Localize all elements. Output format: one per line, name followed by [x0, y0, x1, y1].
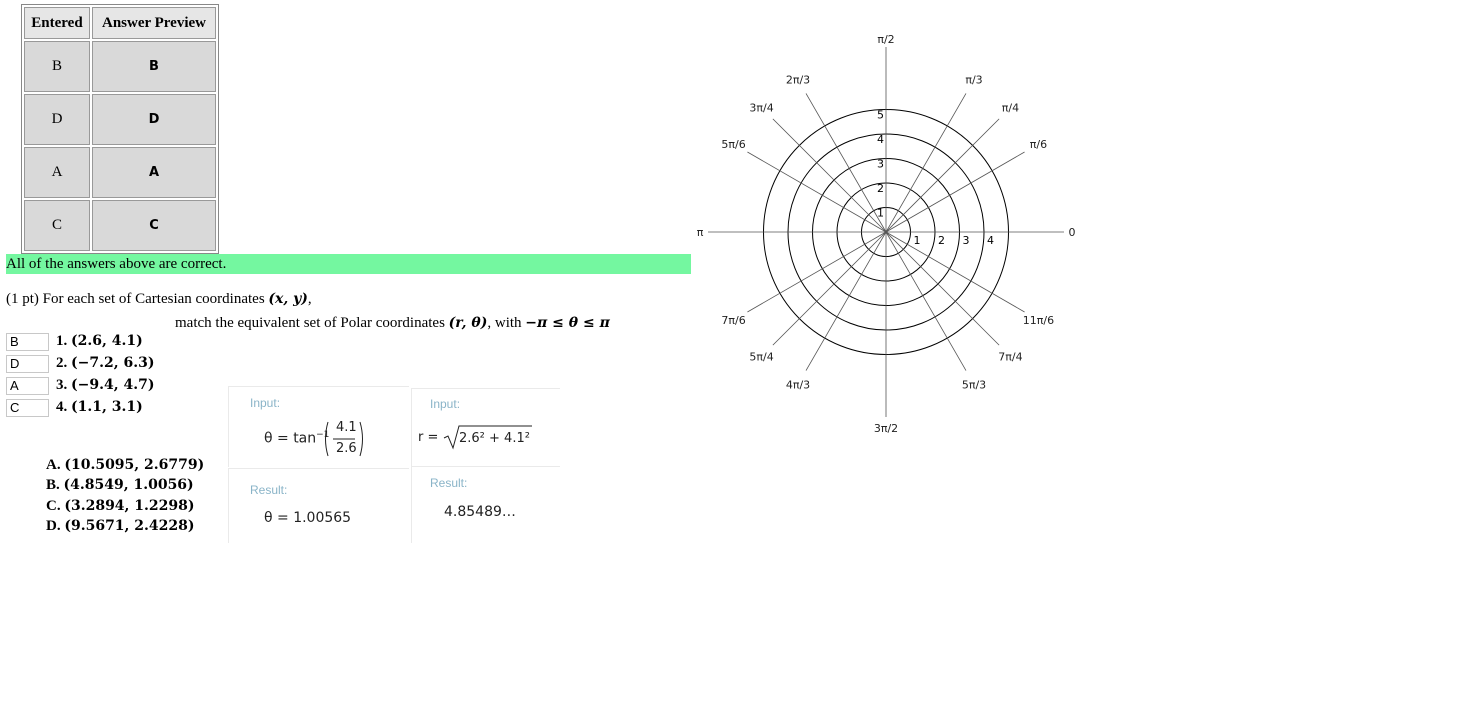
question-line-2: match the equivalent set of Polar coordi… [175, 315, 610, 332]
angle-label: π/3 [965, 74, 982, 87]
preview-cell: D [92, 94, 216, 145]
question-suffix: , [307, 291, 312, 307]
option-a: A. (10.5095, 2.6779) [46, 457, 205, 473]
ring-label-horizontal: 1 [914, 234, 921, 247]
polar-spoke [805, 231, 887, 371]
table-row: D D [24, 94, 216, 145]
angle-label: π/2 [877, 33, 894, 46]
math-polar: (r, θ) [448, 315, 488, 331]
angle-label: 2π/3 [786, 74, 810, 87]
item-4: 4. (1.1, 3.1) [56, 399, 143, 415]
polar-spoke [885, 93, 967, 233]
entered-cell: A [24, 147, 90, 198]
preview-cell: A [92, 147, 216, 198]
angle-label: 5π/3 [962, 378, 986, 391]
input-label-theta: Input: [250, 396, 281, 410]
preview-cell: C [92, 200, 216, 251]
polar-spoke [747, 231, 887, 313]
ring-label-vertical: 2 [877, 182, 884, 195]
result-label-theta: Result: [250, 483, 288, 497]
answer-input-3[interactable]: A [6, 377, 49, 395]
ring-label-vertical: 3 [877, 158, 884, 171]
answer-input-4[interactable]: C [6, 399, 49, 417]
result-label-r: Result: [430, 476, 468, 490]
angle-label: π/4 [1002, 102, 1019, 115]
ring-label-horizontal: 4 [987, 234, 994, 247]
input-label-r: Input: [430, 397, 461, 411]
math-cartesian: (x, y) [268, 291, 308, 307]
table-row: B B [24, 41, 216, 92]
r-prefix: r = [418, 430, 439, 445]
ring-label-vertical: 5 [877, 109, 884, 122]
angle-label: 7π/4 [998, 350, 1022, 363]
r-result: 4.85489… [444, 504, 516, 520]
header-entered: Entered [24, 7, 90, 39]
angle-label: 5π/4 [749, 350, 773, 363]
angle-label: 4π/3 [786, 378, 810, 391]
entered-cell: B [24, 41, 90, 92]
preview-cell: B [92, 41, 216, 92]
radicand: 2.6² + 4.1² [459, 431, 530, 446]
angle-label: 11π/6 [1023, 314, 1054, 327]
angle-label: 0 [1069, 226, 1076, 239]
question-line-1: (1 pt) For each set of Cartesian coordin… [6, 291, 312, 308]
answer-input-2[interactable]: D [6, 355, 49, 373]
option-b: B. (4.8549, 1.0056) [46, 477, 194, 493]
angle-label: 3π/2 [874, 422, 898, 435]
polar-spoke [885, 231, 1025, 313]
results-table: Entered Answer Preview B B D D A A C C [21, 4, 219, 254]
polar-spoke [747, 151, 887, 233]
header-answer-preview: Answer Preview [92, 7, 216, 39]
ring-label-vertical: 4 [877, 133, 884, 146]
option-d: D. (9.5671, 2.4228) [46, 518, 195, 534]
entered-cell: C [24, 200, 90, 251]
question-prefix: (1 pt) For each set of Cartesian coordin… [6, 291, 269, 307]
correct-banner: All of the answers above are correct. [6, 254, 691, 274]
ring-label-horizontal: 3 [963, 234, 970, 247]
polar-spoke [885, 231, 967, 371]
ring-label-vertical: 1 [877, 207, 884, 220]
angle-label: π [697, 226, 704, 239]
question-prefix-2: match the equivalent set of Polar coordi… [175, 315, 449, 331]
math-range: −π ≤ θ ≤ π [525, 315, 610, 331]
item-1: 1. (2.6, 4.1) [56, 333, 143, 349]
angle-label: 7π/6 [721, 314, 745, 327]
theta-formula: θ = tan−1 [264, 430, 330, 447]
polar-spoke [885, 151, 1025, 233]
polar-grid: 0 π/6 π/4 π/3 π/2 2π/3 3π/4 5π/6 π 7π/6 5π/4 4π/3 3π… [697, 33, 1076, 435]
answer-input-1[interactable]: B [6, 333, 49, 351]
entered-cell: D [24, 94, 90, 145]
wolfram-panel: Input: θ = tan−1 4.1 2.6 Result: θ = 1.0… [228, 386, 560, 543]
table-row: C C [24, 200, 216, 251]
table-row: A A [24, 147, 216, 198]
item-2: 2. (−7.2, 6.3) [56, 355, 155, 371]
angle-label: π/6 [1030, 138, 1047, 151]
frac-denominator: 2.6 [336, 441, 357, 456]
item-3: 3. (−9.4, 4.7) [56, 377, 155, 393]
question-mid: , with [487, 315, 526, 331]
angle-label: 3π/4 [749, 102, 773, 115]
theta-result: θ = 1.00565 [264, 510, 352, 526]
polar-spoke [805, 93, 887, 233]
option-c: C. (3.2894, 1.2298) [46, 498, 195, 514]
angle-label: 5π/6 [721, 138, 745, 151]
ring-label-horizontal: 2 [938, 234, 945, 247]
frac-numerator: 4.1 [336, 420, 357, 435]
